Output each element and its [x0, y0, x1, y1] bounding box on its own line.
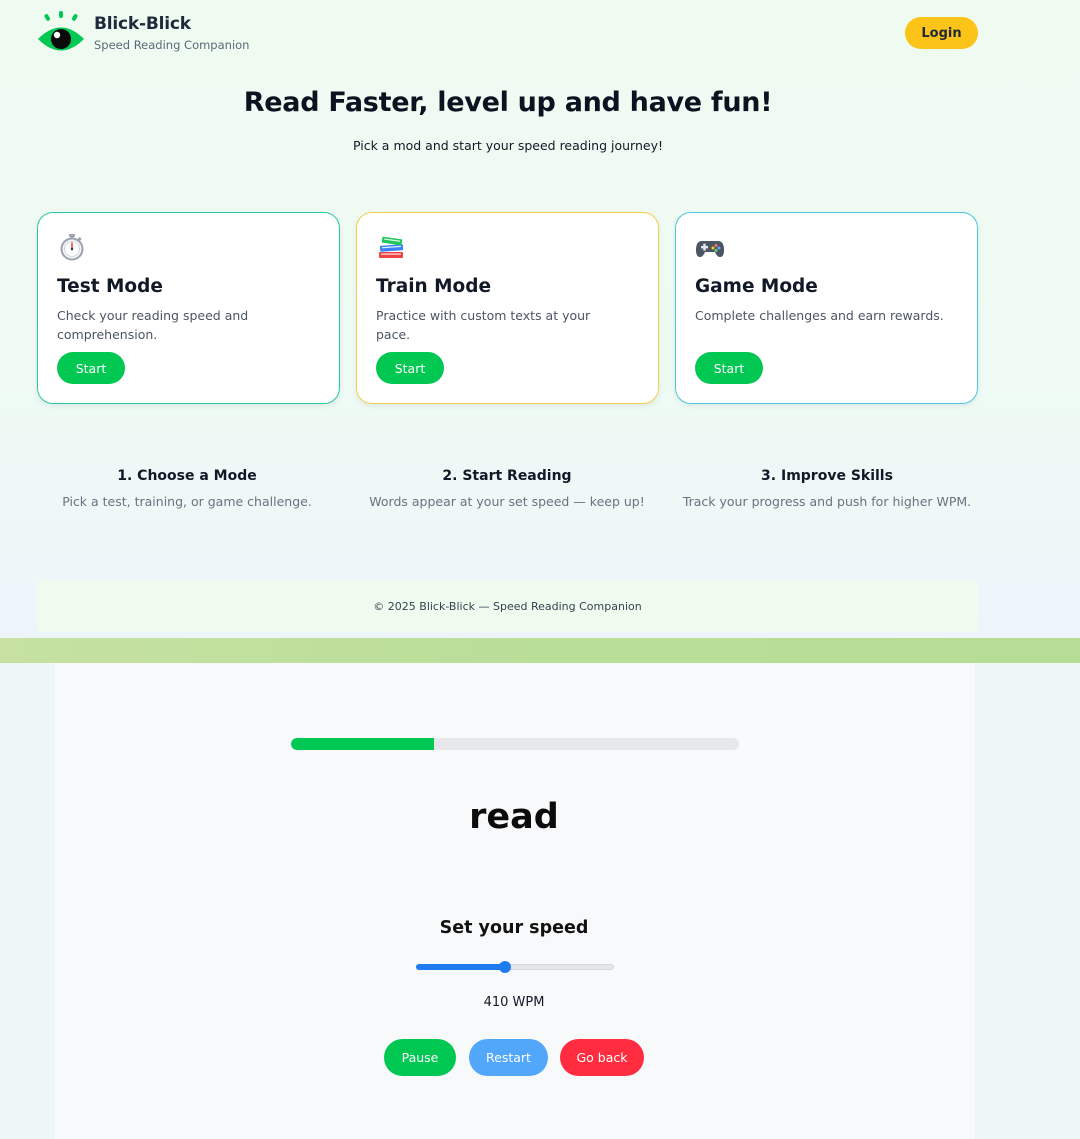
mode-card-title: Game Mode: [695, 276, 818, 297]
mode-card-description: Practice with custom texts at your pace.: [376, 308, 591, 342]
current-word-display: read: [469, 797, 559, 837]
mode-card-train: Train Mode Practice with custom texts at…: [356, 212, 659, 404]
stopwatch-icon: [60, 234, 84, 261]
step-title: 2. Start Reading: [442, 468, 572, 484]
go-back-button[interactable]: Go back: [560, 1039, 644, 1076]
books-icon: [379, 236, 404, 258]
speed-slider-fill: [416, 964, 505, 970]
step-title: 1. Choose a Mode: [117, 468, 257, 484]
brand-tagline: Speed Reading Companion: [94, 38, 250, 52]
test-mode-start-button[interactable]: Start: [57, 352, 125, 384]
hero-subtitle: Pick a mod and start your speed reading …: [352, 138, 664, 153]
brand-name: Blick-Blick: [94, 14, 191, 34]
reading-progress-fill: [291, 738, 435, 750]
site-footer: © 2025 Blick-Blick — Speed Reading Compa…: [37, 580, 978, 632]
pause-button[interactable]: Pause: [384, 1039, 456, 1076]
eye-logo-icon: [38, 11, 84, 51]
section-divider: [0, 638, 1080, 663]
step-title: 3. Improve Skills: [761, 468, 893, 484]
speed-title: Set your speed: [439, 918, 589, 938]
site-header: Blick-Blick Speed Reading Companion Logi…: [36, 8, 978, 58]
train-mode-start-button[interactable]: Start: [376, 352, 444, 384]
mode-card-title: Test Mode: [57, 276, 163, 297]
step-choose-mode: 1. Choose a Mode Pick a test, training, …: [37, 468, 337, 509]
step-improve-skills: 3. Improve Skills Track your progress an…: [677, 468, 977, 509]
mode-card-test: Test Mode Check your reading speed and c…: [37, 212, 340, 404]
login-button[interactable]: Login: [905, 17, 978, 49]
step-start-reading: 2. Start Reading Words appear at your se…: [357, 468, 657, 509]
footer-text: © 2025 Blick-Blick — Speed Reading Compa…: [373, 599, 642, 613]
landing-page: Blick-Blick Speed Reading Companion Logi…: [0, 0, 1080, 638]
restart-button[interactable]: Restart: [469, 1039, 548, 1076]
step-description: Track your progress and push for higher …: [682, 494, 972, 509]
step-description: Words appear at your set speed — keep up…: [369, 494, 645, 509]
reading-progress-bar: [291, 738, 739, 750]
mode-card-description: Complete challenges and earn rewards.: [695, 308, 944, 323]
mode-card-game: Game Mode Complete challenges and earn r…: [675, 212, 978, 404]
game-mode-start-button[interactable]: Start: [695, 352, 763, 384]
speed-slider[interactable]: [416, 961, 614, 973]
mode-card-description: Check your reading speed and comprehensi…: [57, 308, 249, 342]
hero-title: Read Faster, level up and have fun!: [243, 87, 773, 118]
game-controller-icon: [696, 241, 724, 257]
wpm-readout: 410 WPM: [483, 995, 545, 1010]
step-description: Pick a test, training, or game challenge…: [62, 494, 312, 509]
mode-card-title: Train Mode: [376, 276, 492, 297]
